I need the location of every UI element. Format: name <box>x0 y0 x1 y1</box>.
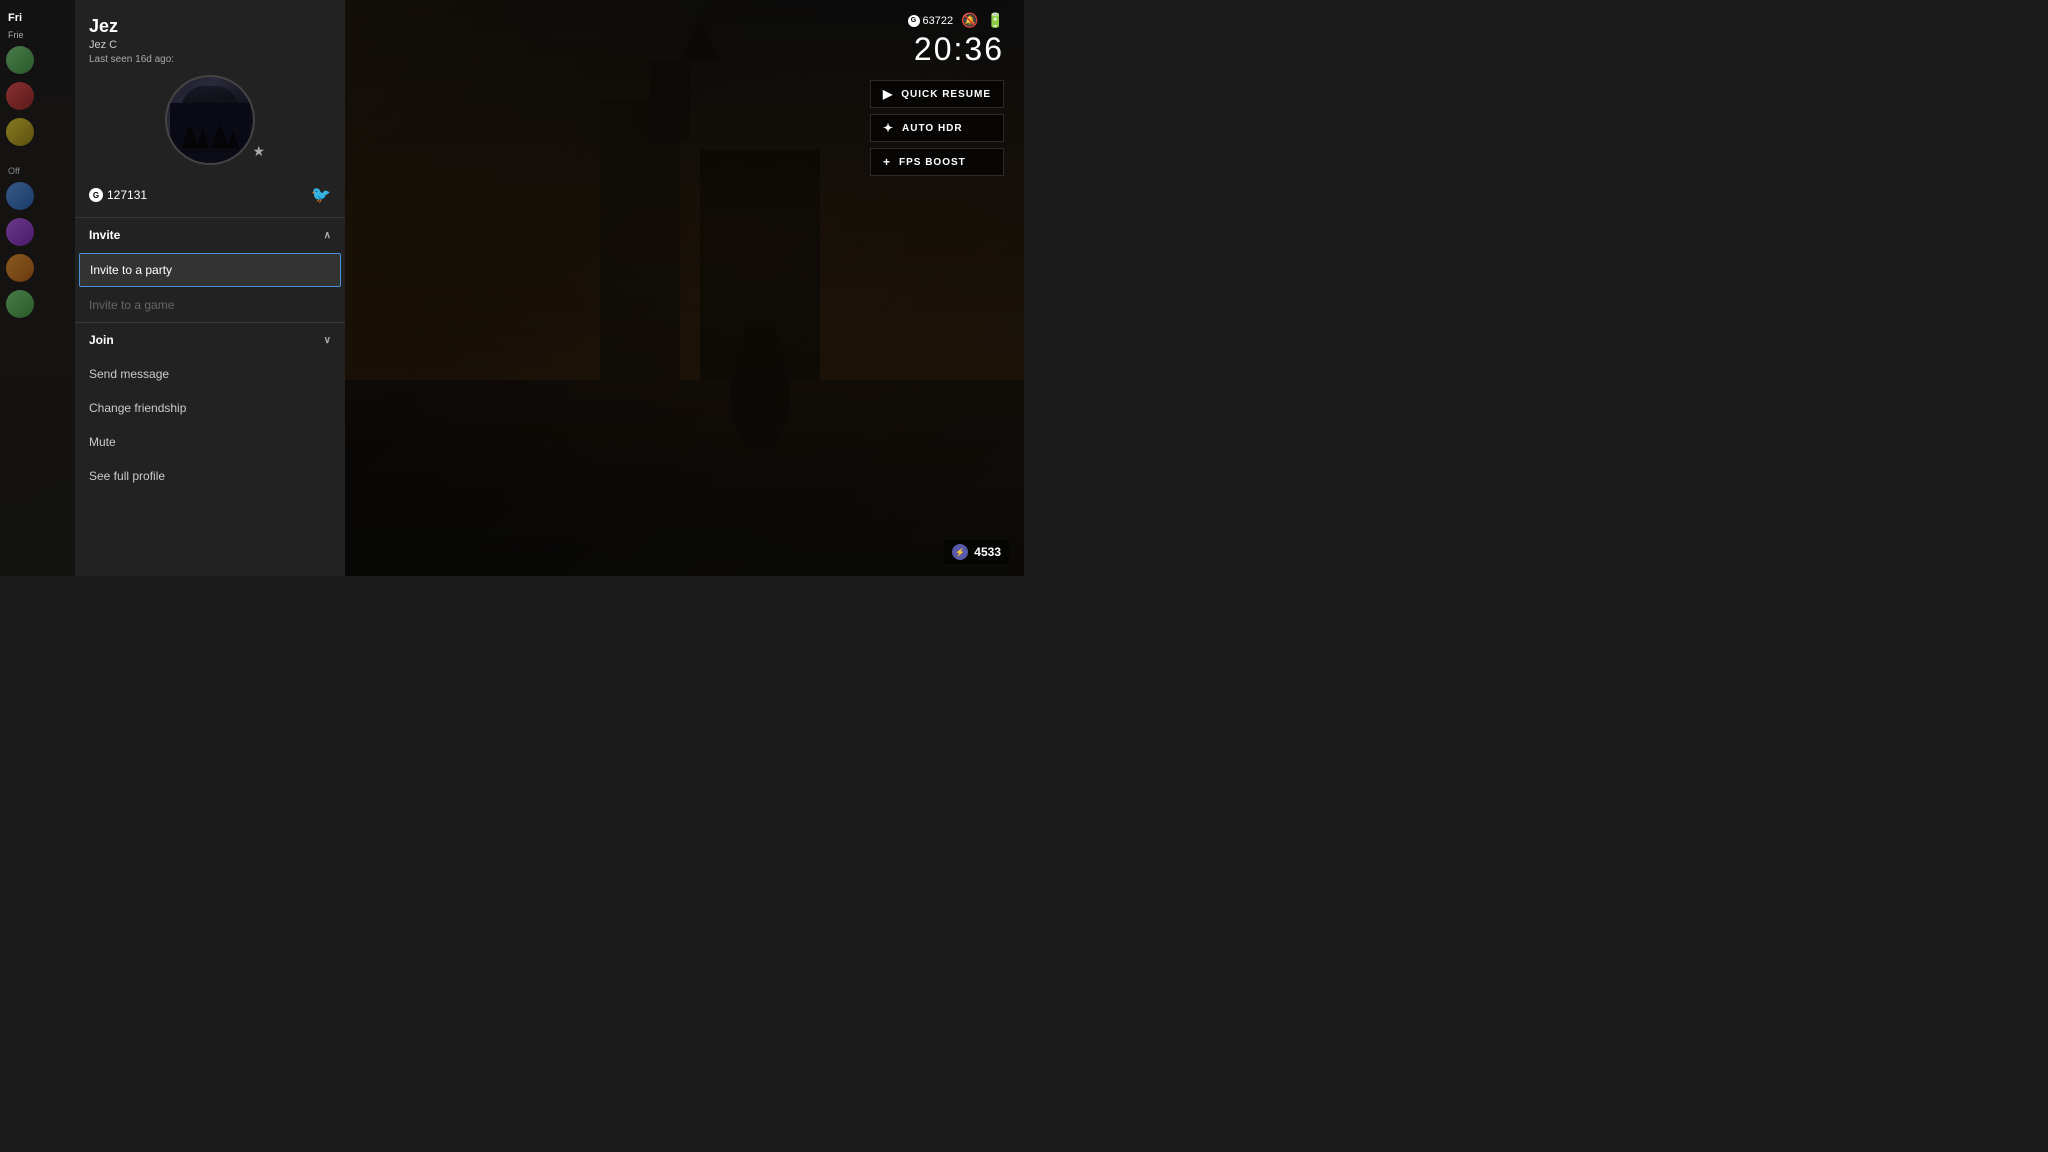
mute-label: Mute <box>89 435 116 449</box>
invite-section: Invite ∧ Invite to a party Invite to a g… <box>75 217 345 322</box>
sidebar-title: Fri <box>0 8 80 28</box>
profile-gamertag: Jez C <box>89 39 331 51</box>
badge-number: 4533 <box>974 545 1001 559</box>
gamerscore-value: 127131 <box>107 188 147 202</box>
profile-avatar <box>165 75 255 165</box>
send-message-label: Send message <box>89 367 169 381</box>
hud-top-right: G 63722 🔕 🔋 20:36 <box>908 12 1004 65</box>
sidebar-friend-item-5[interactable] <box>0 214 80 250</box>
avatar-4 <box>6 182 34 210</box>
bell-muted-icon: 🔕 <box>961 12 978 29</box>
sidebar-friend-item-2[interactable] <box>0 78 80 114</box>
see-full-profile-label: See full profile <box>89 469 165 483</box>
sidebar-friend-item-1[interactable] <box>0 42 80 78</box>
fps-boost-button[interactable]: + FPS BOOST <box>870 148 1004 176</box>
sidebar-subtitle: Frie <box>0 28 80 42</box>
invite-to-party-label: Invite to a party <box>90 263 172 277</box>
profile-panel: Jez Jez C Last seen 16d ago: <box>75 0 345 576</box>
auto-hdr-button[interactable]: ✦ AUTO HDR <box>870 114 1004 142</box>
avatar-1 <box>6 46 34 74</box>
sidebar-friend-item-4[interactable] <box>0 178 80 214</box>
twitter-icon[interactable]: 🐦 <box>311 185 331 205</box>
quick-resume-button[interactable]: ▶ QUICK RESUME <box>870 80 1004 108</box>
auto-hdr-icon: ✦ <box>883 121 894 135</box>
profile-stats-row: G 127131 🐦 <box>75 185 345 217</box>
profile-header: Jez Jez C Last seen 16d ago: <box>75 0 345 185</box>
hud-gamerscore: G 63722 <box>908 15 954 27</box>
avatar-3 <box>6 118 34 146</box>
fps-boost-icon: + <box>883 155 891 169</box>
auto-hdr-label: AUTO HDR <box>902 123 963 134</box>
profile-name: Jez <box>89 16 331 37</box>
change-friendship-item[interactable]: Change friendship <box>75 391 345 425</box>
sidebar-offline-label: Off <box>0 160 80 178</box>
avatar-6 <box>6 254 34 282</box>
invite-to-game-label: Invite to a game <box>89 298 174 312</box>
invite-section-header[interactable]: Invite ∧ <box>75 218 345 252</box>
profile-avatar-container: ★ <box>89 75 331 165</box>
sidebar-friend-item-7[interactable] <box>0 286 80 322</box>
quick-resume-label: QUICK RESUME <box>901 89 991 100</box>
battery-icon: 🔋 <box>987 12 1004 29</box>
join-chevron-down: ∨ <box>324 335 331 346</box>
sidebar-friend-item-6[interactable] <box>0 250 80 286</box>
gamerscore-g-icon: G <box>89 188 103 202</box>
profile-last-seen: Last seen 16d ago: <box>89 54 331 65</box>
avatar-2 <box>6 82 34 110</box>
sidebar-friend-item-3[interactable] <box>0 114 80 150</box>
invite-chevron-up: ∧ <box>324 230 331 241</box>
fps-boost-label: FPS BOOST <box>899 157 966 168</box>
invite-to-party-item[interactable]: Invite to a party <box>79 253 341 287</box>
join-section-header[interactable]: Join ∨ <box>75 323 345 357</box>
join-section: Join ∨ <box>75 322 345 357</box>
see-full-profile-item[interactable]: See full profile <box>75 459 345 493</box>
hud-actions: ▶ QUICK RESUME ✦ AUTO HDR + FPS BOOST <box>870 80 1004 176</box>
invite-to-game-item[interactable]: Invite to a game <box>75 288 345 322</box>
hud-g-icon: G <box>908 15 920 27</box>
avatar-art <box>170 103 250 163</box>
avatar-5 <box>6 218 34 246</box>
send-message-item[interactable]: Send message <box>75 357 345 391</box>
gamerscore-display: G 127131 <box>89 188 147 202</box>
invite-section-label: Invite <box>89 228 120 242</box>
join-section-label: Join <box>89 333 114 347</box>
bottom-right-badge: ⚡ 4533 <box>944 540 1009 564</box>
sidebar: Fri Frie Off <box>0 0 80 576</box>
hud-clock: 20:36 <box>908 33 1004 65</box>
badge-icon: ⚡ <box>952 544 968 560</box>
mute-item[interactable]: Mute <box>75 425 345 459</box>
avatar-7 <box>6 290 34 318</box>
change-friendship-label: Change friendship <box>89 401 186 415</box>
star-badge: ★ <box>252 143 265 160</box>
hud-gamerscore-value: 63722 <box>923 15 954 27</box>
hud-status-row: G 63722 🔕 🔋 <box>908 12 1004 29</box>
quick-resume-icon: ▶ <box>883 87 893 101</box>
